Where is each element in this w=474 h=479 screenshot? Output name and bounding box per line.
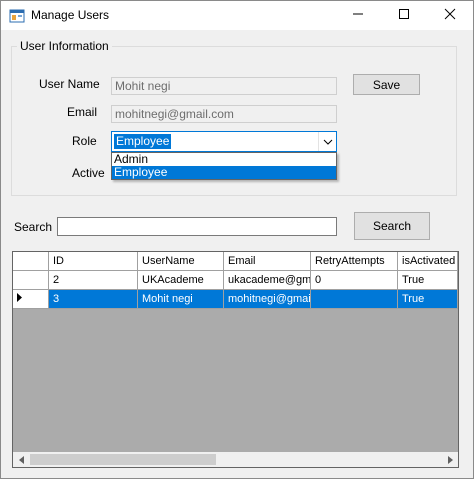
- title-bar[interactable]: Manage Users: [1, 1, 473, 30]
- role-label: Role: [72, 134, 97, 148]
- minimize-icon: [352, 8, 364, 23]
- horizontal-scrollbar[interactable]: [13, 452, 458, 467]
- search-input[interactable]: [57, 217, 337, 236]
- email-field[interactable]: mohitnegi@gmail.com: [111, 105, 337, 123]
- row-header-corner: [13, 252, 49, 271]
- cell-email[interactable]: ukacademe@gm...: [224, 271, 311, 290]
- users-data-grid[interactable]: ID UserName Email RetryAttempts isActiva…: [12, 251, 459, 468]
- minimize-button[interactable]: [335, 1, 381, 30]
- close-button[interactable]: [427, 1, 473, 30]
- manage-users-window: Manage Users User Information User Name …: [0, 0, 474, 479]
- column-header-id[interactable]: ID: [49, 252, 138, 271]
- table-row-selected[interactable]: 3 Mohit negi mohitnegi@gmail.... True: [13, 290, 458, 309]
- cell-isactivated[interactable]: True: [398, 290, 458, 309]
- table-row[interactable]: 2 UKAcademe ukacademe@gm... 0 True: [13, 271, 458, 290]
- row-header[interactable]: [13, 290, 49, 309]
- role-combobox[interactable]: Employee: [111, 131, 337, 152]
- app-window-icon: [9, 8, 25, 24]
- column-header-username[interactable]: UserName: [138, 252, 224, 271]
- cell-username[interactable]: UKAcademe: [138, 271, 224, 290]
- cell-id[interactable]: 3: [49, 290, 138, 309]
- current-row-arrow-icon: [17, 293, 23, 305]
- maximize-button[interactable]: [381, 1, 427, 30]
- column-header-retryattempts[interactable]: RetryAttempts: [311, 252, 398, 271]
- chevron-down-icon[interactable]: [318, 132, 336, 151]
- scroll-right-icon[interactable]: [442, 452, 458, 467]
- search-label: Search: [14, 220, 53, 234]
- cell-username[interactable]: Mohit negi: [138, 290, 224, 309]
- save-button[interactable]: Save: [353, 74, 420, 95]
- role-dropdown-list: Admin Employee: [111, 152, 337, 180]
- scroll-left-icon[interactable]: [13, 452, 29, 467]
- column-header-email[interactable]: Email: [224, 252, 311, 271]
- group-title: User Information: [17, 39, 112, 53]
- window-title: Manage Users: [31, 8, 110, 22]
- search-button[interactable]: Search: [354, 212, 430, 240]
- email-label: Email: [67, 105, 98, 119]
- role-option-employee[interactable]: Employee: [112, 166, 336, 179]
- cell-isactivated[interactable]: True: [398, 271, 458, 290]
- cell-id[interactable]: 2: [49, 271, 138, 290]
- row-header[interactable]: [13, 271, 49, 290]
- active-label: Active: [72, 166, 105, 180]
- scrollbar-thumb[interactable]: [30, 454, 216, 465]
- username-label: User Name: [39, 77, 100, 91]
- maximize-icon: [398, 8, 410, 23]
- role-selected-value: Employee: [114, 134, 172, 149]
- grid-header-row: ID UserName Email RetryAttempts isActiva…: [13, 252, 458, 271]
- close-icon: [444, 8, 456, 23]
- cell-email[interactable]: mohitnegi@gmail....: [224, 290, 311, 309]
- column-header-isactivated[interactable]: isActivated: [398, 252, 458, 271]
- cell-retryattempts[interactable]: 0: [311, 271, 398, 290]
- cell-retryattempts[interactable]: [311, 290, 398, 309]
- username-field[interactable]: Mohit negi: [111, 77, 337, 95]
